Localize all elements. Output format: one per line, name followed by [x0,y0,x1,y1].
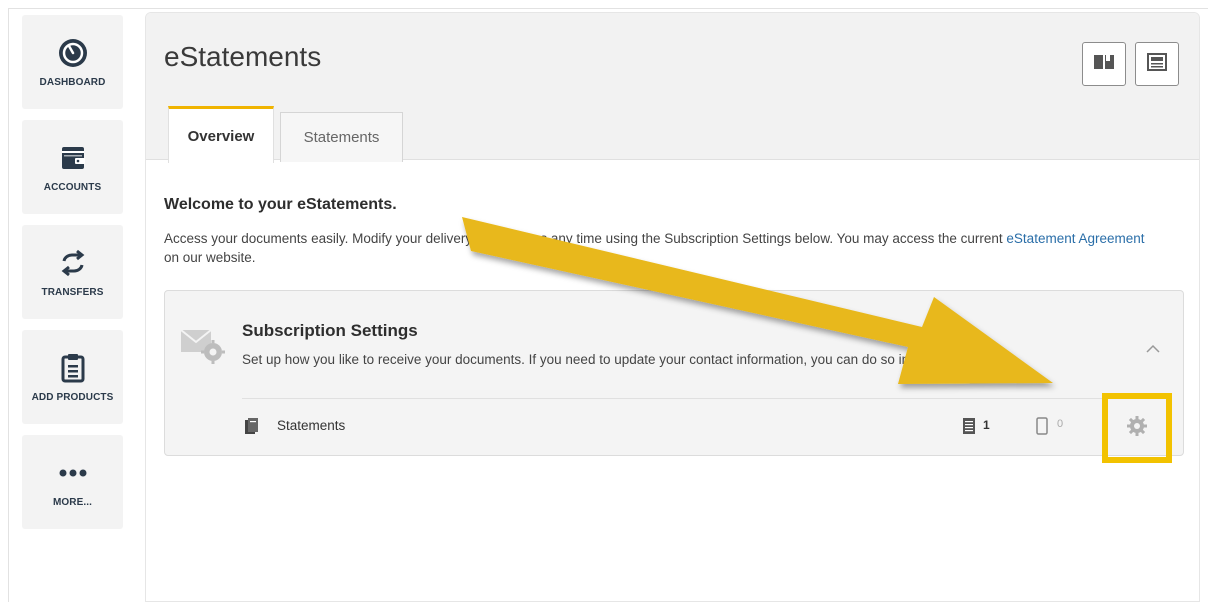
page-header: eStatements Overview Statements [146,13,1199,163]
sidebar-item-label: TRANSFERS [41,286,104,298]
paper-count: 1 [983,418,990,432]
wallet-icon [57,142,89,174]
subscription-subtitle: Set up how you like to receive your docu… [242,352,966,367]
statements-row: Statements 1 0 [242,414,1183,440]
subscription-title: Subscription Settings [242,321,418,340]
tab-bar: Overview Statements [168,105,403,163]
sidebar-item-dashboard[interactable]: DASHBOARD [22,15,123,109]
newspaper-icon [1146,52,1168,77]
description-after-link: on our website. [164,250,256,265]
page-title: eStatements [164,41,322,72]
documents-icon [244,417,260,440]
sidebar-item-label: ACCOUNTS [43,181,102,193]
description-before-link: Access your documents easily. Modify you… [164,231,1007,246]
tab-label: Overview [187,127,255,145]
sidebar-item-more[interactable]: MORE... [22,435,123,529]
tab-label: Statements [303,129,380,146]
subscription-settings-card: Subscription Settings Set up how you lik… [164,290,1184,456]
sidebar-item-label: MORE... [52,496,93,508]
mobile-device-icon [1036,417,1048,440]
description-text: Access your documents easily. Modify you… [164,229,1154,267]
sidebar-item-accounts[interactable]: ACCOUNTS [22,120,123,214]
statements-label: Statements [277,418,346,433]
paper-document-icon [962,417,976,440]
sidebar-item-label: DASHBOARD [39,76,106,88]
sidebar: DASHBOARD ACCOUNTS TRANSFERS ADD PRODUCT… [22,15,123,540]
divider [242,398,1171,399]
gear-icon[interactable] [1125,414,1149,443]
book-icon [1093,53,1115,76]
clipboard-icon [57,352,89,384]
device-count: 0 [1057,418,1064,430]
sidebar-item-add-products[interactable]: ADD PRODUCTS [22,330,123,424]
tab-statements[interactable]: Statements [280,112,403,162]
transfer-arrows-icon [57,247,89,279]
sidebar-item-transfers[interactable]: TRANSFERS [22,225,123,319]
book-button[interactable] [1082,42,1126,86]
speedometer-icon [57,37,89,69]
newspaper-button[interactable] [1135,42,1179,86]
main-panel: eStatements Overview Statements Welcome … [145,12,1200,602]
mail-settings-icon [179,326,227,371]
welcome-heading: Welcome to your eStatements. [164,196,397,213]
estatement-agreement-link[interactable]: eStatement Agreement [1006,231,1144,246]
overview-content: Welcome to your eStatements. Access your… [146,160,1199,456]
chevron-up-icon[interactable] [1145,341,1161,359]
more-dots-icon [57,457,89,489]
tab-overview[interactable]: Overview [168,106,274,163]
sidebar-item-label: ADD PRODUCTS [31,391,114,403]
